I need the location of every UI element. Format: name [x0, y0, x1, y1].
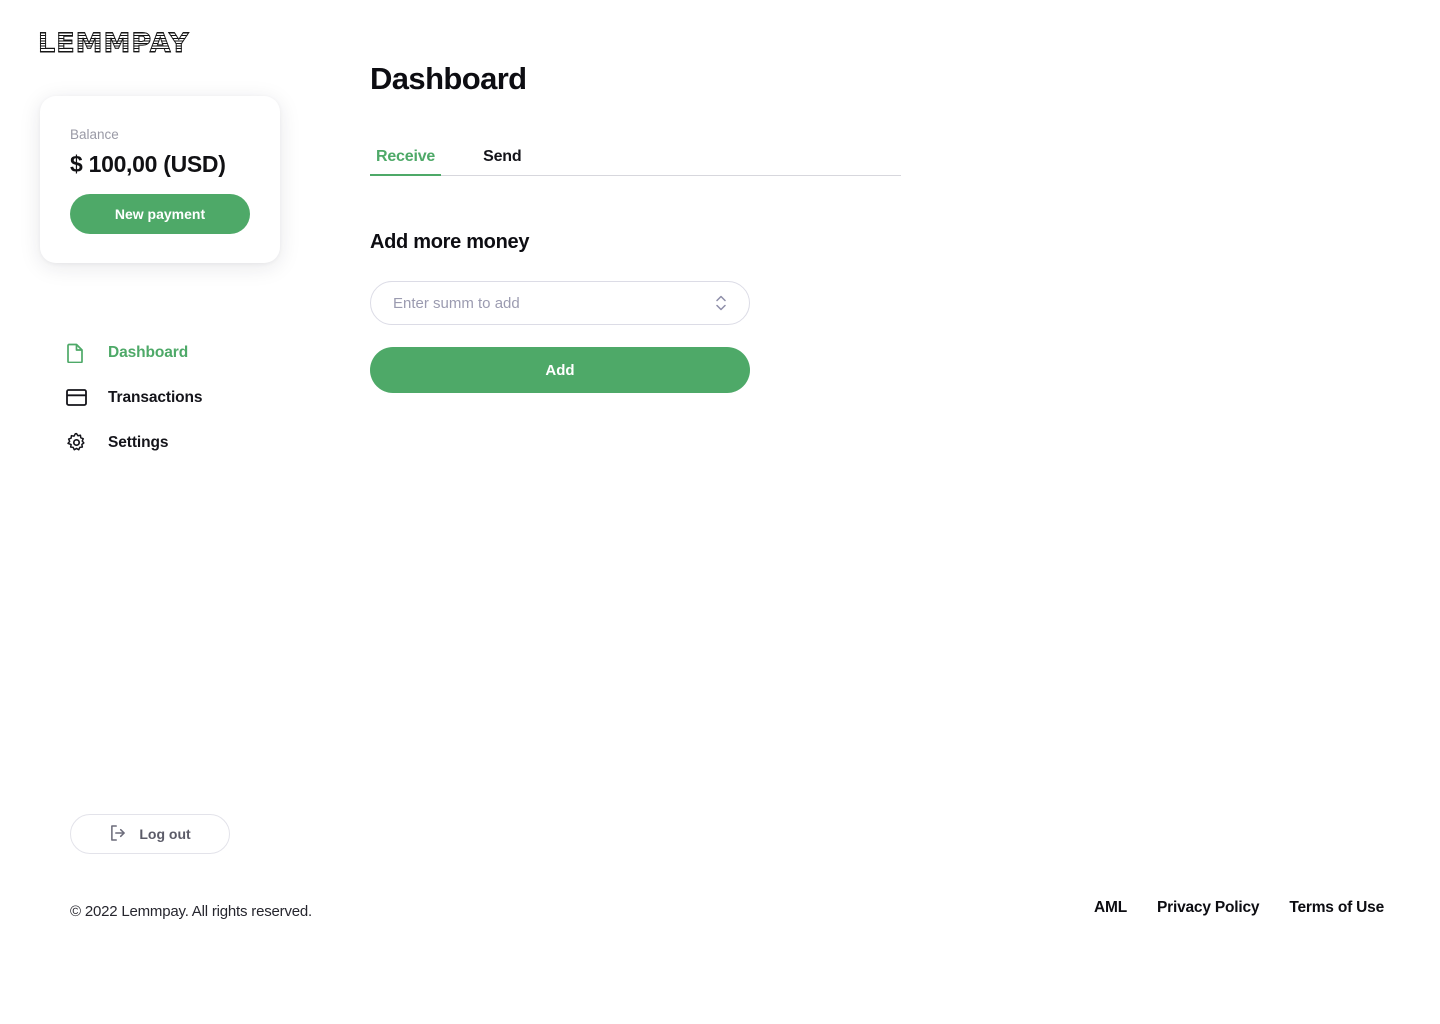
app-root: LEMMPAY Balance $ 100,00 (USD) New payme… [0, 0, 1440, 1024]
lemmpay-logo: LEMMPAY [38, 28, 190, 59]
credit-card-icon [66, 389, 92, 406]
sidebar-item-transactions[interactable]: Transactions [66, 381, 306, 414]
balance-amount: $ 100,00 (USD) [70, 150, 226, 177]
sidebar-nav: Dashboard Transactions Settings [66, 336, 306, 471]
logout-label: Log out [139, 826, 191, 842]
amount-input[interactable] [370, 281, 750, 326]
footer-link-aml[interactable]: AML [1094, 899, 1127, 917]
amount-input-wrapper [370, 281, 750, 326]
gear-icon [66, 432, 92, 453]
sidebar-item-dashboard[interactable]: Dashboard [66, 336, 306, 369]
main-content: Dashboard Receive Send Add more money Ad… [370, 60, 910, 394]
footer-links: AML Privacy Policy Terms of Use [1094, 899, 1384, 917]
balance-label: Balance [70, 127, 119, 142]
tab-bar: Receive Send [370, 141, 901, 177]
page-title: Dashboard [370, 61, 527, 96]
footer-link-privacy-policy[interactable]: Privacy Policy [1157, 899, 1260, 917]
tab-send[interactable]: Send [477, 147, 527, 175]
logout-button[interactable]: Log out [70, 814, 230, 854]
sidebar-item-label: Settings [108, 433, 169, 451]
sidebar-item-label: Dashboard [108, 343, 189, 361]
logout-icon [109, 824, 127, 845]
number-stepper-icon[interactable] [716, 295, 726, 311]
file-icon [66, 343, 92, 363]
footer-copyright: © 2022 Lemmpay. All rights reserved. [70, 903, 313, 920]
balance-card: Balance $ 100,00 (USD) New payment [40, 96, 280, 263]
new-payment-button[interactable]: New payment [70, 193, 250, 234]
section-title: Add more money [370, 231, 530, 254]
footer-link-terms-of-use[interactable]: Terms of Use [1289, 899, 1384, 917]
tab-receive[interactable]: Receive [370, 147, 442, 177]
add-button[interactable]: Add [370, 347, 750, 394]
sidebar-item-settings[interactable]: Settings [66, 426, 306, 459]
sidebar-item-label: Transactions [108, 388, 203, 406]
